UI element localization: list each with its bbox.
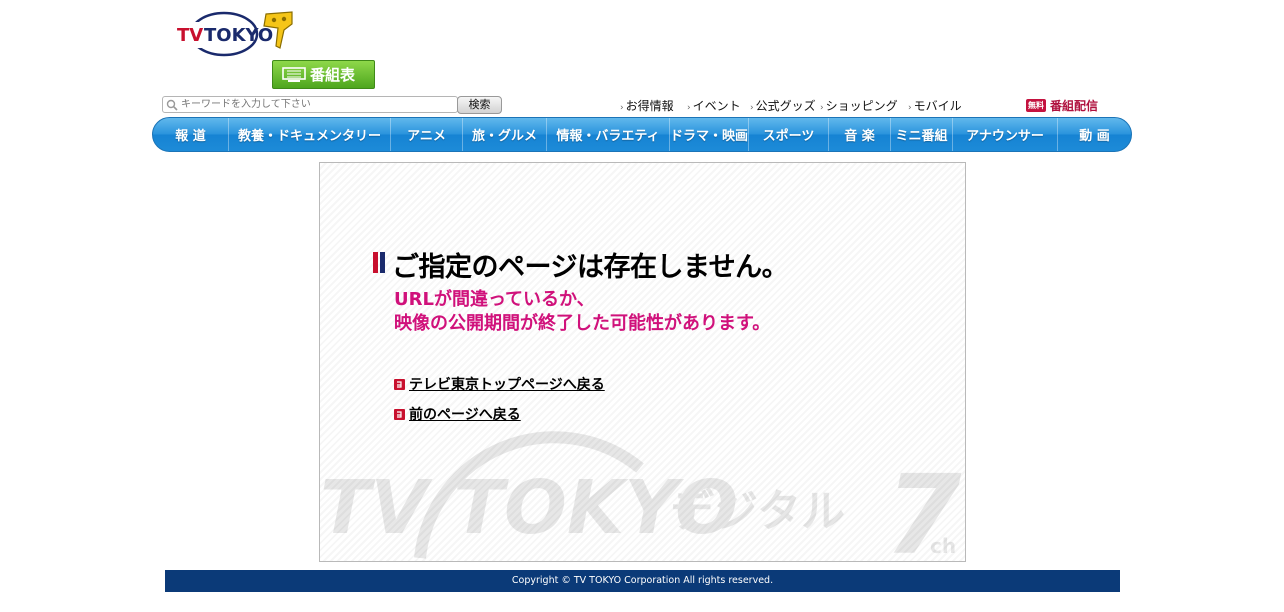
search-bar: 検索 — [162, 96, 502, 115]
program-guide-button[interactable]: 番組表 — [272, 60, 375, 89]
nav-item-announcers[interactable]: アナウンサー — [953, 118, 1058, 151]
bullet-icon: › — [620, 103, 624, 113]
search-input[interactable] — [162, 96, 458, 113]
error-message-line1: URLが間違っているか、 — [394, 289, 595, 310]
arrow-link-icon — [394, 408, 405, 420]
nav-item-music[interactable]: 音 楽 — [829, 118, 891, 151]
link-previous-page-label: 前のページへ戻る — [409, 407, 521, 423]
nav-item-mini-programs[interactable]: ミニ番組 — [891, 118, 953, 151]
link-top-page[interactable]: テレビ東京トップページへ戻る — [394, 374, 605, 394]
error-message-line2: 映像の公開期間が終了した可能性があります。 — [394, 313, 771, 334]
free-streaming-link[interactable]: 無料 番組配信 — [1026, 97, 1098, 114]
nav-item-documentary[interactable]: 教養・ドキュメンタリー — [229, 118, 391, 151]
main-nav: 報 道 教養・ドキュメンタリー アニメ 旅・グルメ 情報・バラエティ ドラマ・映… — [152, 117, 1132, 152]
nav-item-drama-movie[interactable]: ドラマ・映画 — [670, 118, 749, 151]
program-guide-label: 番組表 — [310, 66, 356, 84]
nav-item-variety[interactable]: 情報・バラエティ — [547, 118, 670, 151]
search-button[interactable]: 検索 — [457, 96, 502, 114]
error-message: URLが間違っているか、 映像の公開期間が終了した可能性があります。 — [394, 288, 770, 336]
link-events[interactable]: › イベント — [687, 97, 741, 114]
nav-item-anime[interactable]: アニメ — [391, 118, 463, 151]
footer: Copyright © TV TOKYO Corporation All rig… — [165, 570, 1120, 592]
tv-tokyo-digital-watermark: TV TOKYO デジタル 7 ch — [320, 431, 962, 561]
bullet-icon: › — [750, 103, 754, 113]
copyright-text: Copyright © TV TOKYO Corporation All rig… — [511, 575, 774, 586]
free-streaming-label: 番組配信 — [1050, 99, 1099, 113]
nav-item-sports[interactable]: スポーツ — [749, 118, 829, 151]
error-panel: TV TOKYO デジタル 7 ch ご指定のページは存在しません。 URLが間… — [319, 162, 966, 562]
link-mobile[interactable]: › モバイル — [908, 97, 962, 114]
nav-item-news[interactable]: 報 道 — [153, 118, 229, 151]
search-icon — [166, 99, 178, 111]
link-deals[interactable]: › お得情報 — [620, 97, 674, 114]
link-top-page-label: テレビ東京トップページへ戻る — [409, 377, 605, 393]
nav-item-video[interactable]: 動 画 — [1058, 118, 1131, 151]
free-badge: 無料 — [1026, 99, 1046, 112]
bullet-icon: › — [687, 103, 691, 113]
link-previous-page[interactable]: 前のページへ戻る — [394, 404, 521, 424]
svg-text:TV: TV — [177, 25, 203, 46]
svg-text:TOKYO: TOKYO — [204, 25, 273, 46]
arrow-link-icon — [394, 378, 405, 390]
link-goods[interactable]: › 公式グッズ — [750, 97, 816, 114]
error-heading: ご指定のページは存在しません。 — [392, 252, 789, 283]
svg-text:デジタル: デジタル — [670, 486, 845, 537]
svg-text:ch: ch — [930, 534, 956, 558]
bullet-icon: › — [908, 103, 912, 113]
tv-tokyo-logo[interactable]: TV TOKYO — [176, 10, 296, 60]
bullet-icon: › — [820, 103, 824, 113]
nav-item-travel-gourmet[interactable]: 旅・グルメ — [463, 118, 547, 151]
heading-marker-icon — [373, 252, 385, 273]
tv-icon — [282, 66, 306, 82]
link-shopping[interactable]: › ショッピング — [820, 97, 898, 114]
